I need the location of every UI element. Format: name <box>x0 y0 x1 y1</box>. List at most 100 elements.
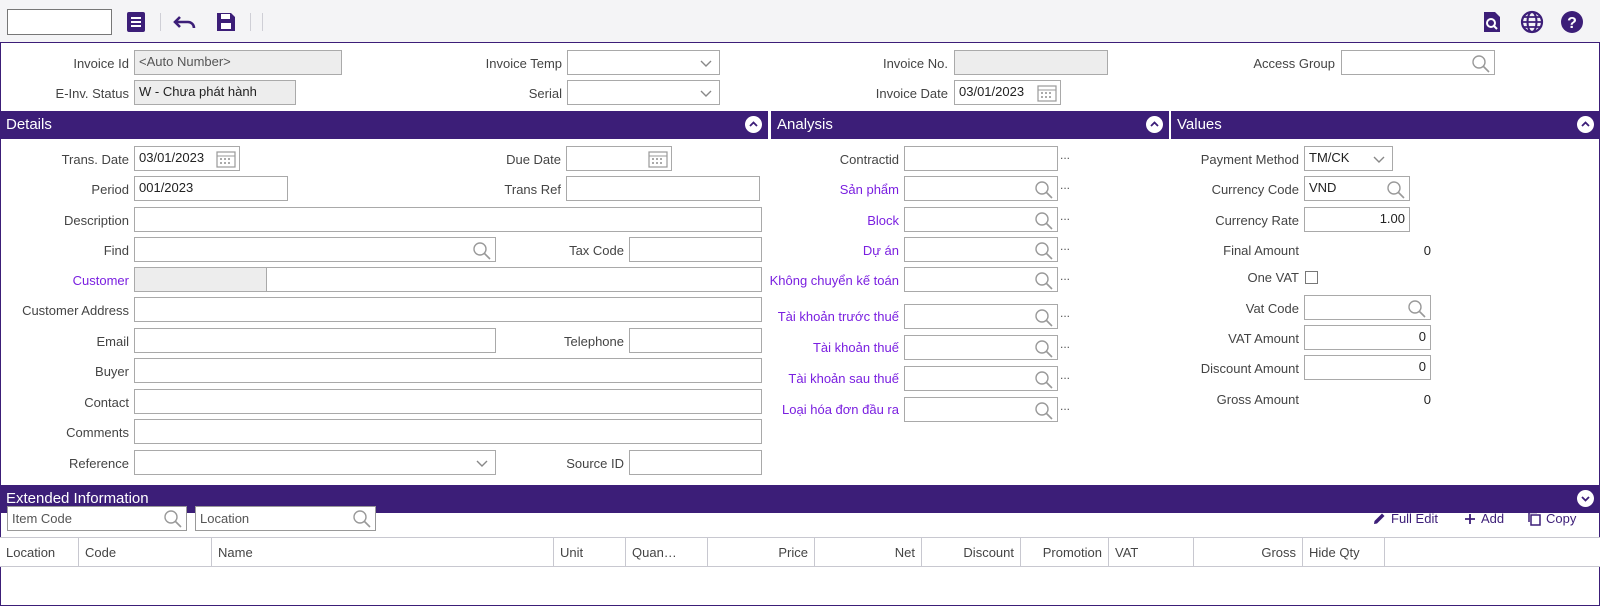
invoice-date-field[interactable]: 03/01/2023 <box>954 80 1061 105</box>
collapse-icon[interactable] <box>745 116 762 133</box>
add-button[interactable]: Add <box>1463 511 1504 526</box>
block-field[interactable] <box>904 207 1058 232</box>
email-field[interactable] <box>134 328 496 353</box>
invoice-temp-select[interactable] <box>567 50 720 75</box>
search-icon[interactable] <box>351 508 373 530</box>
find-field[interactable] <box>134 237 496 262</box>
block-label[interactable]: Block <box>770 213 899 228</box>
col-quantity[interactable]: Quan… <box>626 538 708 566</box>
search-icon[interactable] <box>1470 53 1492 73</box>
contractid-field[interactable] <box>904 146 1058 171</box>
loai-hoa-don-field[interactable] <box>904 397 1058 422</box>
help-icon[interactable]: ? <box>1559 9 1585 35</box>
tk-truoc-thue-field[interactable] <box>904 304 1058 329</box>
more-button[interactable]: ... <box>1060 209 1070 223</box>
more-button[interactable]: ... <box>1060 337 1070 351</box>
location-search-input[interactable]: Location <box>195 506 376 531</box>
search-icon[interactable] <box>1033 369 1055 389</box>
col-code[interactable]: Code <box>79 538 212 566</box>
search-icon[interactable] <box>162 508 184 530</box>
pencil-icon <box>1374 513 1385 524</box>
col-price[interactable]: Price <box>708 538 815 566</box>
calendar-icon[interactable] <box>1036 83 1058 103</box>
calendar-icon[interactable] <box>215 149 237 169</box>
discount-amount-field[interactable]: 0 <box>1304 355 1431 380</box>
customer-address-field[interactable] <box>134 297 762 322</box>
du-an-label[interactable]: Dự án <box>770 243 899 258</box>
access-group-field[interactable] <box>1341 50 1495 75</box>
copy-button[interactable]: Copy <box>1527 511 1576 526</box>
search-icon[interactable] <box>1033 210 1055 230</box>
search-icon[interactable] <box>1033 270 1055 290</box>
more-button[interactable]: ... <box>1060 399 1070 413</box>
khong-chuyen-field[interactable] <box>904 267 1058 292</box>
telephone-field[interactable] <box>629 328 762 353</box>
search-icon[interactable] <box>1033 307 1055 327</box>
more-button[interactable]: ... <box>1060 178 1070 192</box>
serial-select[interactable] <box>567 80 720 105</box>
customer-label[interactable]: Customer <box>20 273 129 288</box>
calendar-icon[interactable] <box>647 149 669 169</box>
col-discount[interactable]: Discount <box>922 538 1021 566</box>
tk-thue-field[interactable] <box>904 335 1058 360</box>
search-icon[interactable] <box>1406 298 1428 318</box>
col-location[interactable]: Location <box>0 538 79 566</box>
col-unit[interactable]: Unit <box>554 538 626 566</box>
col-name[interactable]: Name <box>212 538 554 566</box>
payment-method-select[interactable]: TM/CK <box>1304 146 1393 171</box>
save-icon[interactable] <box>213 9 239 35</box>
description-field[interactable] <box>134 207 762 232</box>
one-vat-checkbox[interactable] <box>1305 271 1318 284</box>
more-button[interactable]: ... <box>1060 269 1070 283</box>
period-field[interactable]: 001/2023 <box>134 176 288 201</box>
source-id-field[interactable] <box>629 450 762 475</box>
trans-date-field[interactable]: 03/01/2023 <box>134 146 240 171</box>
more-button[interactable]: ... <box>1060 239 1070 253</box>
khong-chuyen-label[interactable]: Không chuyển kế toán <box>760 273 899 288</box>
collapse-icon[interactable] <box>1577 490 1594 507</box>
col-promotion[interactable]: Promotion <box>1021 538 1109 566</box>
preview-icon[interactable] <box>1479 9 1505 35</box>
col-net[interactable]: Net <box>815 538 922 566</box>
reference-select[interactable] <box>134 450 496 475</box>
search-icon[interactable] <box>1033 338 1055 358</box>
due-date-field[interactable] <box>566 146 672 171</box>
toolbar-search-input[interactable] <box>7 9 112 35</box>
vat-amount-field[interactable]: 0 <box>1304 325 1431 350</box>
buyer-field[interactable] <box>134 358 762 383</box>
comments-field[interactable] <box>134 419 762 444</box>
tk-sau-thue-field[interactable] <box>904 366 1058 391</box>
du-an-field[interactable] <box>904 237 1058 262</box>
san-pham-label[interactable]: Sản phẩm <box>770 182 899 197</box>
contact-field[interactable] <box>134 389 762 414</box>
search-icon[interactable] <box>1033 179 1055 199</box>
search-icon[interactable] <box>1033 400 1055 420</box>
search-icon[interactable] <box>1033 240 1055 260</box>
search-icon[interactable] <box>1385 179 1407 199</box>
full-edit-button[interactable]: Full Edit <box>1372 511 1438 526</box>
vat-code-field[interactable] <box>1304 295 1431 320</box>
item-code-search-input[interactable]: Item Code <box>7 506 187 531</box>
tk-truoc-thue-label[interactable]: Tài khoản trước thuế <box>760 309 899 324</box>
col-gross[interactable]: Gross <box>1194 538 1303 566</box>
tax-code-field[interactable] <box>629 237 762 262</box>
tk-sau-thue-label[interactable]: Tài khoản sau thuế <box>760 371 899 386</box>
currency-rate-field[interactable]: 1.00 <box>1304 207 1410 232</box>
search-icon[interactable] <box>471 240 493 260</box>
more-button[interactable]: ... <box>1060 368 1070 382</box>
globe-icon[interactable] <box>1519 9 1545 35</box>
col-vat[interactable]: VAT <box>1109 538 1194 566</box>
san-pham-field[interactable] <box>904 176 1058 201</box>
trans-ref-field[interactable] <box>566 176 760 201</box>
loai-hoa-don-label[interactable]: Loại hóa đơn đầu ra <box>760 402 899 417</box>
tk-thue-label[interactable]: Tài khoản thuế <box>760 340 899 355</box>
currency-code-field[interactable]: VND <box>1304 176 1410 201</box>
collapse-icon[interactable] <box>1577 116 1594 133</box>
more-button[interactable]: ... <box>1060 148 1070 162</box>
more-button[interactable]: ... <box>1060 306 1070 320</box>
customer-name-field[interactable] <box>266 267 762 292</box>
undo-icon[interactable] <box>172 9 198 35</box>
collapse-icon[interactable] <box>1146 116 1163 133</box>
col-hide-qty[interactable]: Hide Qty <box>1303 538 1385 566</box>
list-icon[interactable] <box>123 9 149 35</box>
